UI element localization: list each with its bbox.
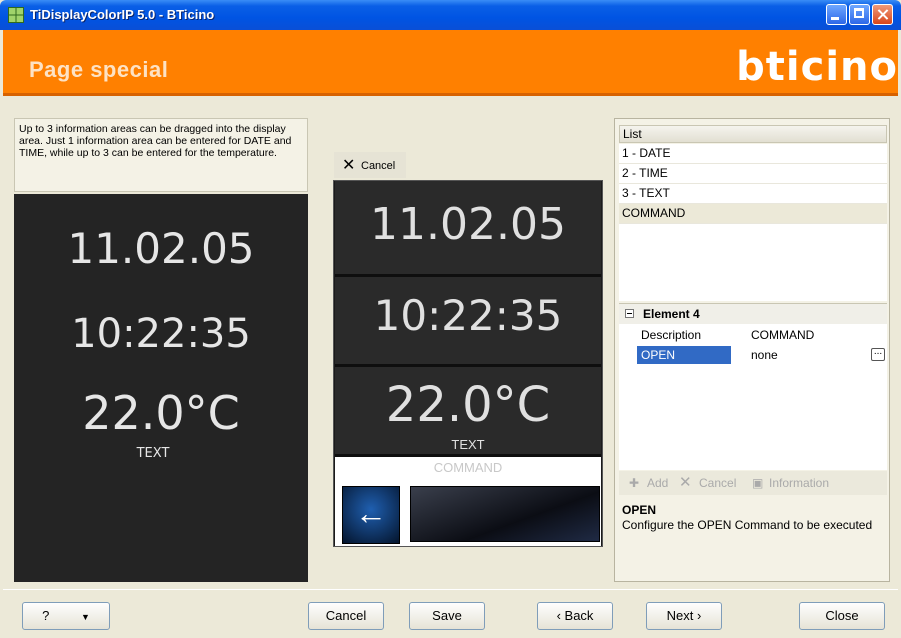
- property-row-open[interactable]: OPEN none ...: [637, 346, 887, 364]
- add-button[interactable]: Add: [647, 476, 668, 490]
- list-header: List: [619, 125, 887, 143]
- toolbar-cancel-button[interactable]: Cancel: [699, 476, 736, 490]
- date-area[interactable]: 11.02.05: [14, 224, 308, 273]
- left-arrow-icon: ←: [355, 495, 387, 531]
- close-window-button[interactable]: [872, 4, 893, 25]
- plus-icon: ✚: [629, 476, 640, 490]
- preview-temp-cell[interactable]: 22.0°C TEXT: [335, 367, 601, 457]
- display-preview[interactable]: 11.02.05 10:22:35 22.0°C TEXT COMMAND ←: [333, 180, 603, 547]
- help-box: OPEN Configure the OPEN Command to be ex…: [619, 499, 887, 559]
- command-button[interactable]: [410, 486, 600, 542]
- property-value[interactable]: none: [751, 348, 778, 362]
- info-icon: ▣: [752, 476, 764, 490]
- bticino-logo: bticino: [736, 44, 898, 90]
- collapse-icon[interactable]: [625, 309, 634, 318]
- property-key: Description: [641, 328, 702, 342]
- chevron-down-icon: ▼: [80, 612, 90, 622]
- cancel-button[interactable]: Cancel: [308, 602, 384, 630]
- property-group-label: Element 4: [643, 307, 700, 321]
- close-icon: ✕: [679, 474, 692, 491]
- window-title: TiDisplayColorIP 5.0 - BTicino: [30, 7, 215, 22]
- text-area[interactable]: TEXT: [6, 446, 300, 461]
- help-title: OPEN: [622, 503, 657, 517]
- close-icon: ✕: [342, 157, 356, 174]
- preview-temp: 22.0°C: [385, 377, 551, 433]
- property-row-description[interactable]: Description COMMAND: [637, 326, 887, 344]
- page-header: Page special bticino: [3, 30, 898, 96]
- title-bar[interactable]: TiDisplayColorIP 5.0 - BTicino: [0, 0, 901, 30]
- preview-time: 10:22:35: [373, 291, 563, 340]
- information-button[interactable]: Information: [769, 476, 829, 490]
- property-grid[interactable]: Element 4 Description COMMAND OPEN none …: [619, 303, 887, 470]
- ellipsis-button[interactable]: ...: [871, 347, 885, 361]
- property-value[interactable]: COMMAND: [751, 328, 814, 342]
- next-button[interactable]: Next ›: [646, 602, 722, 630]
- instructions-text: Up to 3 information areas can be dragged…: [14, 118, 308, 192]
- property-key: OPEN: [641, 348, 676, 362]
- help-dropdown-button[interactable]: ? ▼: [22, 602, 110, 630]
- preview-text: TEXT: [451, 437, 485, 452]
- time-area[interactable]: 10:22:35: [14, 311, 308, 357]
- preview-command-area[interactable]: COMMAND ←: [335, 457, 601, 546]
- back-button[interactable]: ‹ Back: [537, 602, 613, 630]
- app-icon: [8, 7, 24, 23]
- bottom-button-bar: ? ▼ Cancel Save ‹ Back Next › Close: [3, 589, 898, 638]
- list-item[interactable]: 3 - TEXT: [619, 184, 887, 204]
- list-item[interactable]: 2 - TIME: [619, 164, 887, 184]
- help-text: Configure the OPEN Command to be execute…: [622, 518, 873, 532]
- cancel-label: Cancel: [361, 160, 396, 172]
- properties-panel: List 1 - DATE 2 - TIME 3 - TEXT COMMAND …: [614, 118, 890, 582]
- page-title: Page special: [29, 57, 169, 82]
- minimize-button[interactable]: [826, 4, 847, 25]
- back-arrow-button[interactable]: ←: [342, 486, 400, 544]
- preview-command-label: COMMAND: [433, 460, 503, 475]
- property-group[interactable]: Element 4: [619, 304, 887, 324]
- help-label: ?: [42, 608, 50, 623]
- cancel-element-button[interactable]: ✕ Cancel: [334, 152, 406, 178]
- list-item-selected[interactable]: COMMAND: [619, 204, 887, 224]
- list-item[interactable]: 1 - DATE: [619, 144, 887, 164]
- preview-date: 11.02.05: [370, 199, 566, 250]
- list-toolbar: ✚ Add ✕ Cancel ▣ Information: [619, 471, 887, 495]
- element-list[interactable]: 1 - DATE 2 - TIME 3 - TEXT COMMAND: [619, 144, 887, 301]
- close-button[interactable]: Close: [799, 602, 885, 630]
- maximize-button[interactable]: [849, 4, 870, 25]
- preview-time-cell[interactable]: 10:22:35: [335, 277, 601, 367]
- preview-date-cell[interactable]: 11.02.05: [335, 181, 601, 277]
- display-palette[interactable]: 11.02.05 10:22:35 22.0°C TEXT: [14, 194, 308, 582]
- save-button[interactable]: Save: [409, 602, 485, 630]
- temperature-area[interactable]: 22.0°C: [14, 386, 308, 440]
